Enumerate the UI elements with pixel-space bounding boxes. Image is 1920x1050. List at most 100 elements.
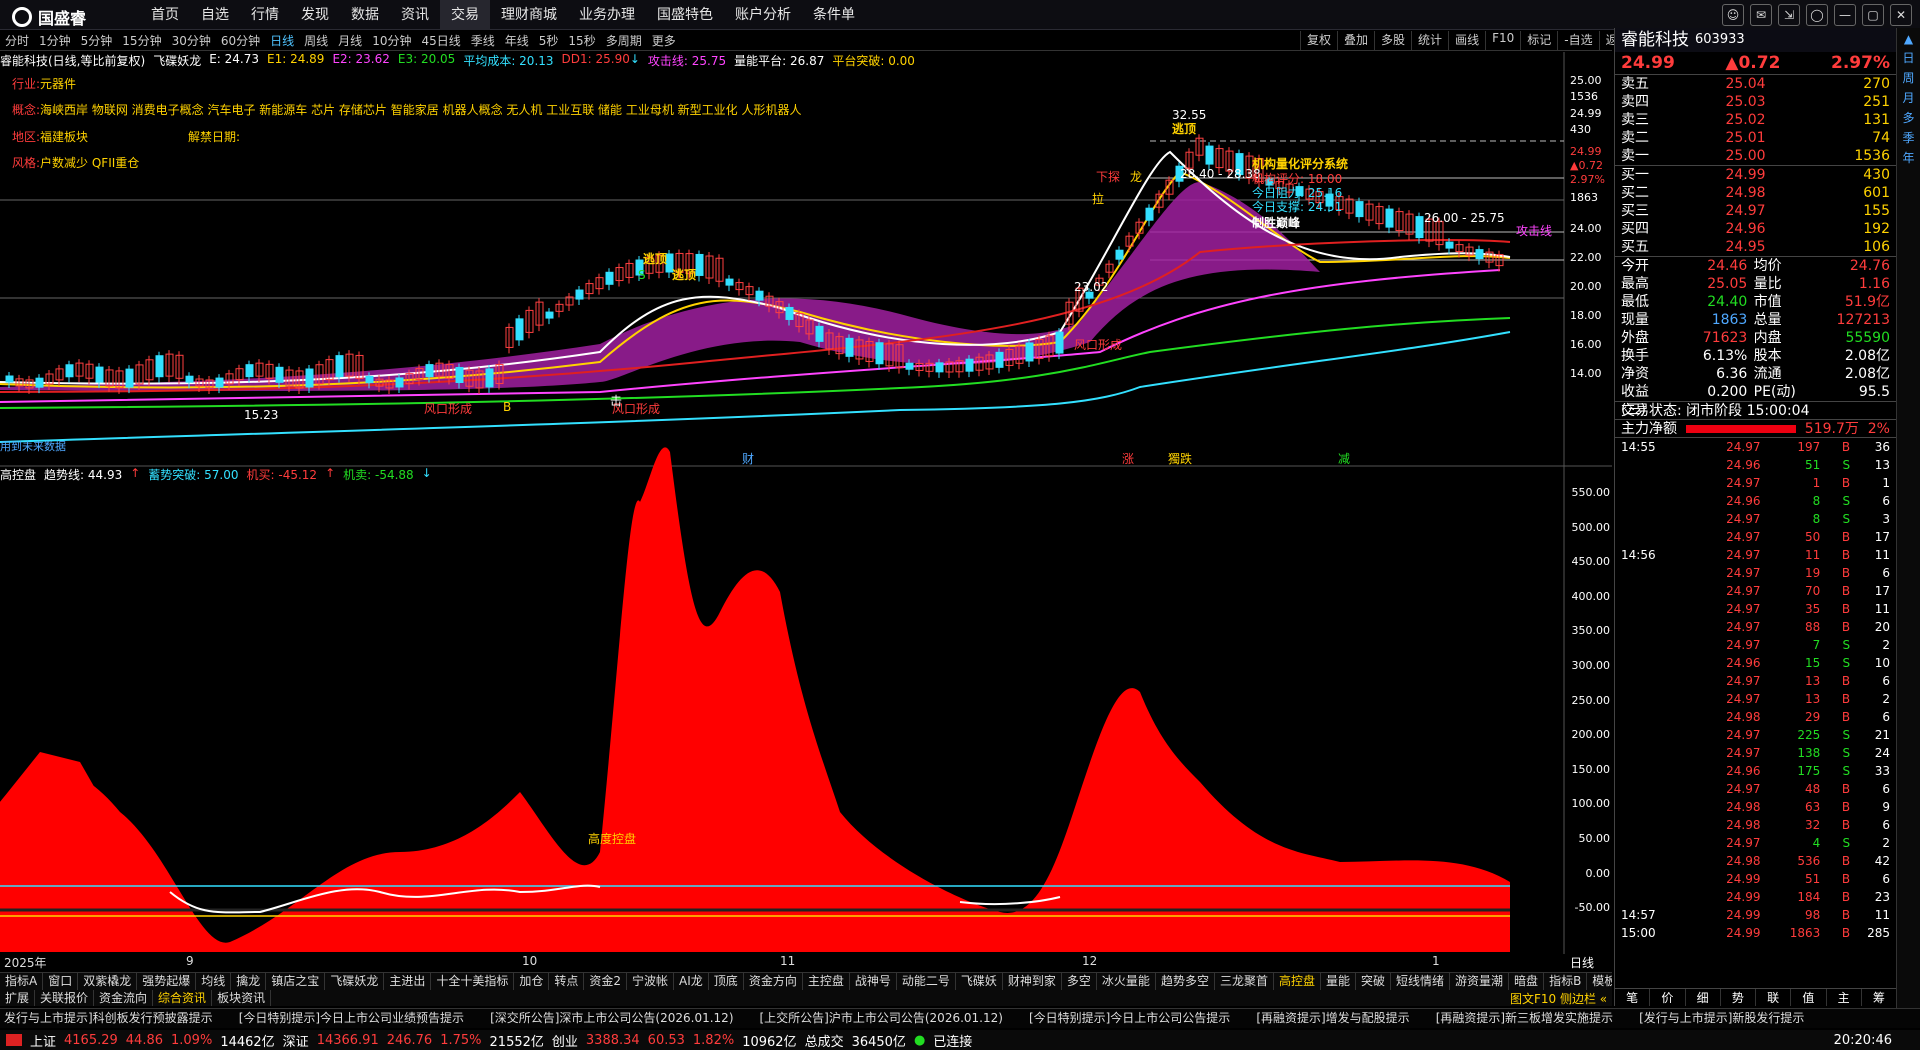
indicator-tab-8[interactable]: 主进出 [384,973,432,990]
period-12[interactable]: 年线 [500,32,534,49]
quote-tab-3[interactable]: 势 [1721,989,1756,1006]
nav-5[interactable]: 资讯 [390,0,440,30]
event-4[interactable]: 减 [1338,450,1350,467]
indicator-tab-24[interactable]: 趋势多空 [1156,973,1215,990]
side-tool-4[interactable]: 多 [1902,109,1914,126]
kline-chart[interactable] [0,52,1612,954]
indicator-tab-1[interactable]: 窗口 [43,973,79,990]
indicator-tab-15[interactable]: 顶底 [709,973,744,990]
nav-0[interactable]: 首页 [140,0,190,30]
side-tool-1[interactable]: 日 [1902,49,1914,66]
news-item-7[interactable]: [发行与上市提示]新股发行提示 [1635,1009,1826,1028]
indicator-tab-3[interactable]: 强势起爆 [137,973,197,990]
news-item-0[interactable]: 发行与上市提示]科创板发行预披露提示 [0,1009,235,1028]
period-15[interactable]: 多周期 [601,32,647,49]
ask-row[interactable]: 卖四 25.03 251 [1615,93,1896,111]
period-16[interactable]: 更多 [647,32,681,49]
indicator-tab-21[interactable]: 财神到家 [1003,973,1062,990]
period-2[interactable]: 5分钟 [76,32,118,49]
chart-tool-4[interactable]: 画线 [1448,31,1485,51]
chart-tool-1[interactable]: 叠加 [1337,31,1374,51]
chart-tool-6[interactable]: 标记 [1520,31,1557,51]
stock-name[interactable]: 睿能科技 [1621,28,1689,52]
mail-icon[interactable]: ✉ [1750,4,1772,26]
indicator-tab-23[interactable]: 冰火量能 [1097,973,1156,990]
side-tool-6[interactable]: 年 [1902,149,1914,166]
quote-tab-5[interactable]: 值 [1791,989,1827,1006]
period-10[interactable]: 45日线 [416,32,465,49]
indicator-tab-6[interactable]: 镇店之宝 [266,973,326,990]
chart-tool-0[interactable]: 复权 [1300,31,1337,51]
indicator-tab-4[interactable]: 均线 [196,973,232,990]
bid-row[interactable]: 买四 24.96 192 [1615,220,1896,238]
period-4[interactable]: 30分钟 [167,32,216,49]
indicator-tab-0[interactable]: 指标A [0,973,44,990]
app-logo[interactable]: 国盛睿 [12,5,86,29]
ask-row[interactable]: 卖三 25.02 131 [1615,111,1896,129]
indicator-tab-5[interactable]: 擒龙 [231,973,267,990]
news-item-3[interactable]: [上交所公告]沪市上市公司公告(2026.01.12) [756,1009,1025,1028]
quote-tab-0[interactable]: 笔 [1615,989,1651,1006]
indicator-tab-19[interactable]: 动能二号 [897,973,956,990]
bid-row[interactable]: 买三 24.97 155 [1615,202,1896,220]
indicator-tab-22[interactable]: 多空 [1062,973,1097,990]
period-6[interactable]: 日线 [265,32,299,49]
nav-11[interactable]: 条件单 [802,0,866,30]
indicator-tab-10[interactable]: 加仓 [514,973,550,990]
bid-row[interactable]: 买二 24.98 601 [1615,184,1896,202]
event-1[interactable]: 财 [742,450,754,467]
period-1[interactable]: 1分钟 [34,32,76,49]
formula-name[interactable]: 飞碟妖龙 [153,52,201,68]
indicator-tab-30[interactable]: 游资量潮 [1450,973,1510,990]
skin-icon[interactable]: ◯ [1806,4,1828,26]
ask-row[interactable]: 卖一 25.00 1536 [1615,147,1896,165]
indicator-tab-16[interactable]: 资金方向 [744,973,803,990]
period-3[interactable]: 15分钟 [117,32,166,49]
quote-tab-7[interactable]: 筹 [1862,989,1897,1006]
ask-row[interactable]: 卖二 25.01 74 [1615,129,1896,147]
side-tool-3[interactable]: 月 [1902,89,1914,106]
sub-name[interactable]: 高控盘 [0,466,36,483]
indicator-tab-14[interactable]: AI龙 [674,973,709,990]
chart-tool-2[interactable]: 多股 [1374,31,1411,51]
period-9[interactable]: 10分钟 [367,32,416,49]
event-2[interactable]: 涨 [1122,450,1134,467]
resize-icon[interactable]: ⇲ [1778,4,1800,26]
side-tool-0[interactable]: ▲ [1904,32,1913,46]
nav-6[interactable]: 交易 [440,0,490,30]
bid-row[interactable]: 买一 24.99 430 [1615,166,1896,184]
quote-tab-4[interactable]: 联 [1756,989,1792,1006]
chart-tool-3[interactable]: 统计 [1411,31,1448,51]
indicator-tab-17[interactable]: 主控盘 [803,973,850,990]
news-item-4[interactable]: [今日特别提示]今日上市公司公告提示 [1025,1009,1252,1028]
tick-list[interactable]: 14:55 24.97 197 B 36 24.96 51 S 13 24.97 1 B 1 24.96 8… [1615,437,1896,942]
event-3[interactable]: 獨跌 [1168,450,1192,467]
nav-10[interactable]: 账户分析 [724,0,802,30]
nav-3[interactable]: 发现 [290,0,340,30]
indicator-tab-31[interactable]: 暗盘 [1509,973,1545,990]
indicator-tab-25[interactable]: 三龙聚首 [1215,973,1274,990]
period-13[interactable]: 5秒 [534,32,564,49]
period-0[interactable]: 分时 [0,32,34,49]
period-11[interactable]: 季线 [466,32,500,49]
info-tab-2[interactable]: 资金流向 [94,990,154,1006]
indicator-tab-33[interactable]: 模板 [1587,973,1612,990]
period-8[interactable]: 月线 [333,32,367,49]
chart-tool-7[interactable]: -自选 [1557,31,1598,51]
news-item-2[interactable]: [深交所公告]深市上市公司公告(2026.01.12) [486,1009,755,1028]
nav-4[interactable]: 数据 [340,0,390,30]
f10-sidebar-toggle[interactable]: 图文F10 侧边栏 « [1510,990,1607,1007]
news-item-1[interactable]: [今日特别提示]今日上市公司业绩预告提示 [235,1009,486,1028]
info-tab-1[interactable]: 关联报价 [35,990,95,1006]
period-7[interactable]: 周线 [299,32,333,49]
indicator-tab-32[interactable]: 指标B [1544,973,1588,990]
news-item-5[interactable]: [再融资提示]增发与配股提示 [1252,1009,1431,1028]
indicator-tab-29[interactable]: 短线情绪 [1391,973,1451,990]
minimize-icon[interactable]: — [1834,4,1856,26]
quote-tab-2[interactable]: 细 [1686,989,1721,1006]
nav-8[interactable]: 业务办理 [568,0,646,30]
nav-2[interactable]: 行情 [240,0,290,30]
info-tab-4[interactable]: 板块资讯 [212,990,272,1006]
maximize-icon[interactable]: ▢ [1862,4,1884,26]
indicator-tab-28[interactable]: 突破 [1356,973,1392,990]
